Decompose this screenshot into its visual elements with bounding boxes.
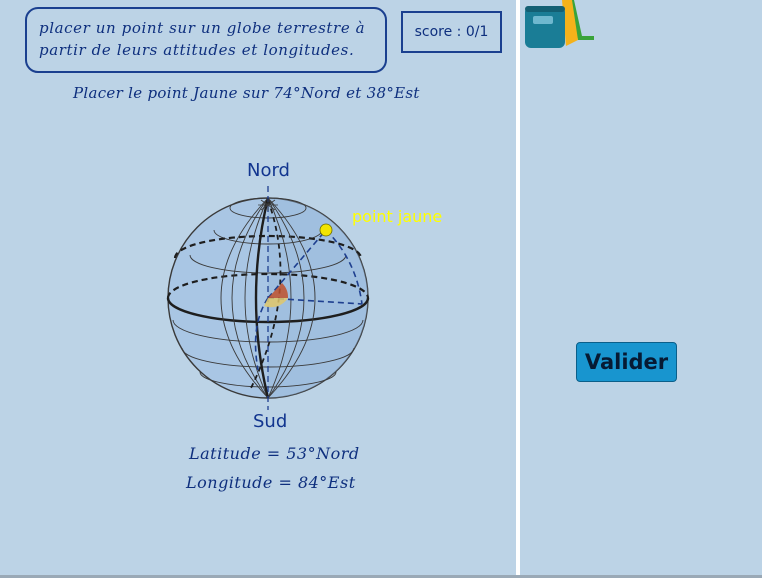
instructions-box: placer un point sur un globe terrestre à… bbox=[25, 7, 387, 73]
instructions-line-2: partir de leurs attitudes et longitudes. bbox=[39, 41, 355, 59]
right-pane bbox=[520, 0, 762, 578]
backpack-icon[interactable] bbox=[522, 0, 600, 52]
south-label: Sud bbox=[253, 411, 288, 432]
task-instruction: Placer le point Jaune sur 74°Nord et 38°… bbox=[73, 84, 420, 102]
yellow-point[interactable] bbox=[319, 223, 333, 237]
longitude-readout: Longitude = 84°Est bbox=[186, 473, 356, 492]
yellow-point-label: point jaune bbox=[352, 207, 443, 226]
validate-button[interactable]: Valider bbox=[576, 342, 677, 382]
score-box: score : 0/1 bbox=[401, 11, 502, 53]
instructions-line-1: placer un point sur un globe terrestre à bbox=[39, 19, 366, 37]
globe[interactable] bbox=[150, 150, 390, 420]
north-label: Nord bbox=[247, 160, 290, 181]
latitude-readout: Latitude = 53°Nord bbox=[189, 444, 360, 463]
